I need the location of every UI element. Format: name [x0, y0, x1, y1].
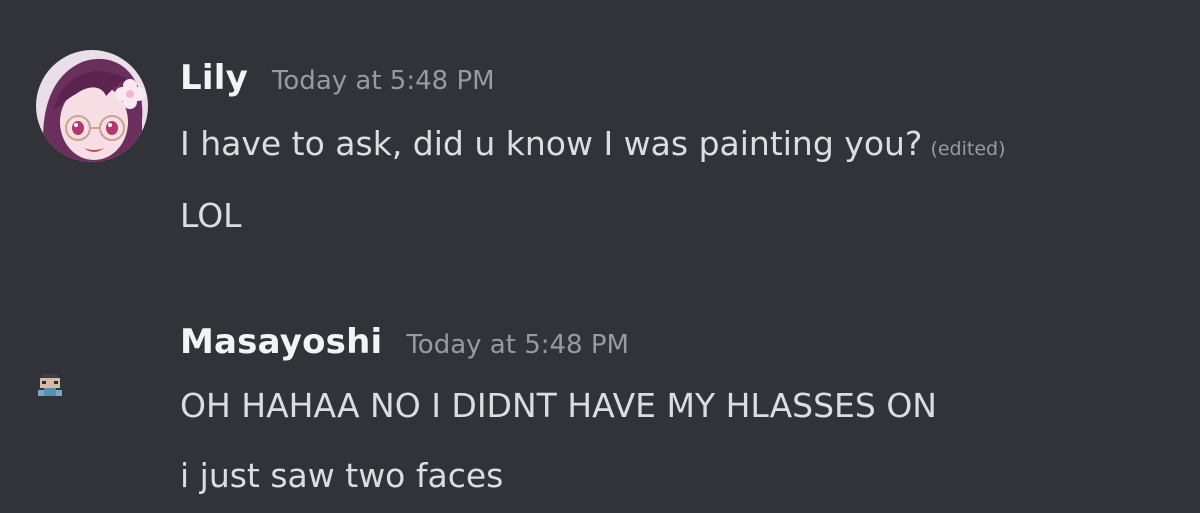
avatar[interactable]: [36, 372, 64, 400]
pixel-character-avatar-icon: [38, 374, 62, 396]
anime-girl-avatar-icon: [36, 50, 148, 162]
timestamp[interactable]: Today at 5:48 PM: [272, 66, 495, 96]
edited-label: (edited): [930, 138, 1006, 160]
avatar[interactable]: [36, 50, 148, 162]
username[interactable]: Lily: [180, 58, 248, 98]
timestamp[interactable]: Today at 5:48 PM: [406, 330, 629, 360]
message-text: LOL: [180, 196, 242, 235]
message-text: I have to ask, did u know I was painting…: [180, 124, 1006, 163]
message-content: i just saw two faces: [180, 456, 504, 495]
message-text: i just saw two faces: [180, 456, 503, 495]
message-content: LOL: [180, 196, 242, 235]
chat-messages: Lily Today at 5:48 PM I have to ask, did…: [0, 0, 1200, 513]
message-text: OH HAHAA NO I DIDNT HAVE MY HLASSES ON: [180, 386, 937, 425]
message-header: Masayoshi Today at 5:48 PM: [180, 322, 629, 362]
message-content: I have to ask, did u know I was painting…: [180, 124, 923, 163]
username[interactable]: Masayoshi: [180, 322, 382, 362]
message-content: OH HAHAA NO I DIDNT HAVE MY HLASSES ON: [180, 386, 937, 425]
message-header: Lily Today at 5:48 PM: [180, 58, 495, 98]
message-group: Lily Today at 5:48 PM I have to ask, did…: [0, 0, 1200, 260]
message-group: Masayoshi Today at 5:48 PM OH HAHAA NO I…: [0, 300, 1200, 513]
